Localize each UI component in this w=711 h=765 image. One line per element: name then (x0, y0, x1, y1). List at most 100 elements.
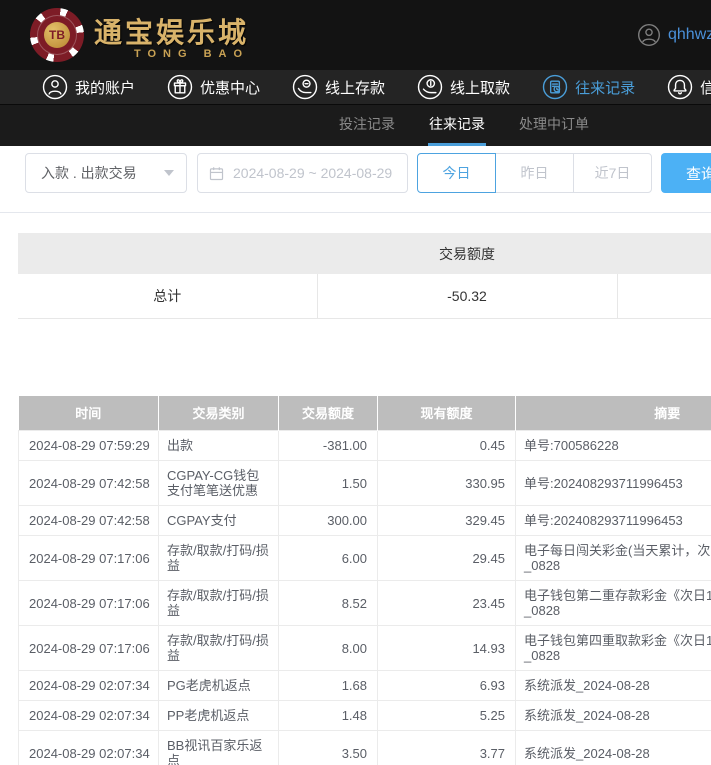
date-range-input[interactable]: 2024-08-29 ~ 2024-08-29 (197, 153, 408, 193)
table-row: 2024-08-29 07:42:58CGPAY-CG钱包支付笔笔送优惠1.50… (19, 461, 711, 506)
cell-summary: 单号:202408293711996453 (516, 461, 711, 506)
cell-amount: 1.68 (279, 671, 378, 701)
quick-filter-last7days[interactable]: 近7日 (573, 153, 652, 193)
cell-type: PP老虎机返点 (159, 701, 279, 731)
cell-time: 2024-08-29 02:07:34 (19, 671, 159, 701)
calendar-icon (208, 165, 225, 182)
nav-item-messages[interactable]: 信息 (667, 74, 711, 100)
column-header-2: 交易额度 (279, 396, 378, 431)
cell-amount: 8.00 (279, 626, 378, 671)
chevron-down-icon (164, 170, 174, 176)
cell-amount: 8.52 (279, 581, 378, 626)
column-header-3: 现有额度 (378, 396, 516, 431)
nav-item-label: 线上取款 (450, 77, 510, 98)
summary-header-blank (18, 233, 317, 274)
search-button[interactable]: 查询 (661, 153, 711, 193)
cell-type: CGPAY支付 (159, 506, 279, 536)
brand-name-cn: 通宝娱乐城 (94, 11, 249, 51)
transaction-type-select[interactable]: 入款 . 出款交易 (25, 153, 187, 193)
tab-betting-records[interactable]: 投注记录 (338, 105, 396, 146)
cell-type: 存款/取款/打码/损益 (159, 536, 279, 581)
cell-balance: 3.77 (378, 731, 516, 765)
cell-time: 2024-08-29 07:17:06 (19, 536, 159, 581)
nav-item-deposit[interactable]: 线上存款 (292, 74, 385, 100)
table-row: 2024-08-29 07:59:29出款-381.000.45单号:70058… (19, 431, 711, 461)
cell-time: 2024-08-29 02:07:34 (19, 731, 159, 765)
cell-time: 2024-08-29 07:17:06 (19, 581, 159, 626)
table-row: 2024-08-29 07:17:06存款/取款/打码/损益8.0014.93电… (19, 626, 711, 671)
cell-amount: 300.00 (279, 506, 378, 536)
avatar-icon (637, 23, 661, 47)
tab-transaction-records[interactable]: 往来记录 (428, 105, 486, 146)
cell-time: 2024-08-29 02:07:34 (19, 701, 159, 731)
deposit-icon (292, 74, 318, 100)
summary-total-value: -50.32 (317, 274, 617, 318)
user-account-area[interactable]: qhhwz (637, 0, 711, 70)
cell-type: 存款/取款/打码/损益 (159, 581, 279, 626)
table-row: 2024-08-29 02:07:34BB视讯百家乐返点3.503.77系统派发… (19, 731, 711, 765)
cell-type: 出款 (159, 431, 279, 461)
cell-amount: 1.48 (279, 701, 378, 731)
nav-item-withdraw[interactable]: 线上取款 (417, 74, 510, 100)
quick-date-button-group: 今日昨日近7日 (417, 153, 652, 193)
cell-summary: 单号:700586228 (516, 431, 711, 461)
tab-pending-orders[interactable]: 处理中订单 (518, 105, 590, 146)
cell-balance: 29.45 (378, 536, 516, 581)
cell-balance: 6.93 (378, 671, 516, 701)
cell-balance: 0.45 (378, 431, 516, 461)
nav-item-records[interactable]: 往来记录 (542, 74, 635, 100)
nav-item-promotions[interactable]: 优惠中心 (167, 74, 260, 100)
cell-time: 2024-08-29 07:59:29 (19, 431, 159, 461)
site-logo[interactable]: TB 通宝娱乐城 TONG BAO (30, 8, 249, 62)
withdraw-icon (417, 74, 443, 100)
cell-summary: 单号:202408293711996453 (516, 506, 711, 536)
transactions-header-row: 时间交易类别交易额度现有额度摘要 (19, 396, 711, 431)
records-icon (542, 74, 568, 100)
cell-balance: 329.45 (378, 506, 516, 536)
cell-time: 2024-08-29 07:42:58 (19, 461, 159, 506)
cell-time: 2024-08-29 07:17:06 (19, 626, 159, 671)
main-nav: 我的账户 优惠中心 线上存款 线上取款 往来记录 信息 (0, 70, 711, 104)
transactions-table: 时间交易类别交易额度现有额度摘要 2024-08-29 07:59:29出款-3… (18, 396, 711, 765)
cell-summary: 电子钱包第四重取款彩金《次日1 _0828 (516, 626, 711, 671)
table-row: 2024-08-29 02:07:34PG老虎机返点1.686.93系统派发_2… (19, 671, 711, 701)
cell-summary: 系统派发_2024-08-28 (516, 701, 711, 731)
summary-header-blank-2 (617, 233, 711, 274)
summary-table: 交易额度 总计 -50.32 (18, 233, 711, 319)
brand-text: 通宝娱乐城 TONG BAO (94, 11, 249, 60)
cell-amount: 6.00 (279, 536, 378, 581)
sub-nav: 投注记录往来记录处理中订单 (0, 104, 711, 146)
cell-summary: 系统派发_2024-08-28 (516, 731, 711, 765)
cell-amount: 1.50 (279, 461, 378, 506)
cell-balance: 330.95 (378, 461, 516, 506)
summary-total-row: 总计 -50.32 (18, 274, 711, 318)
date-range-value: 2024-08-29 ~ 2024-08-29 (233, 165, 392, 181)
summary-header-amount: 交易额度 (317, 233, 617, 274)
username[interactable]: qhhwz (668, 26, 711, 44)
summary-total-label: 总计 (18, 274, 317, 318)
cell-summary: 系统派发_2024-08-28 (516, 671, 711, 701)
cell-balance: 23.45 (378, 581, 516, 626)
nav-item-my-account[interactable]: 我的账户 (42, 74, 135, 100)
user-icon (42, 74, 68, 100)
column-header-0: 时间 (19, 396, 159, 431)
section-divider (0, 212, 711, 213)
cell-amount: -381.00 (279, 431, 378, 461)
top-bar: TB 通宝娱乐城 TONG BAO qhhwz (0, 0, 711, 70)
cell-time: 2024-08-29 07:42:58 (19, 506, 159, 536)
logo-chip-icon: TB (30, 8, 84, 62)
nav-item-label: 我的账户 (75, 77, 135, 98)
cell-type: 存款/取款/打码/损益 (159, 626, 279, 671)
cell-summary: 电子每日闯关彩金(当天累计，次 _0828 (516, 536, 711, 581)
cell-type: BB视讯百家乐返点 (159, 731, 279, 765)
cell-balance: 5.25 (378, 701, 516, 731)
cell-balance: 14.93 (378, 626, 516, 671)
quick-filter-yesterday[interactable]: 昨日 (495, 153, 574, 193)
quick-filter-today[interactable]: 今日 (417, 153, 496, 193)
transaction-type-value: 入款 . 出款交易 (41, 163, 137, 183)
table-row: 2024-08-29 02:07:34PP老虎机返点1.485.25系统派发_2… (19, 701, 711, 731)
cell-type: CGPAY-CG钱包支付笔笔送优惠 (159, 461, 279, 506)
column-header-1: 交易类别 (159, 396, 279, 431)
gift-icon (167, 74, 193, 100)
table-row: 2024-08-29 07:17:06存款/取款/打码/损益6.0029.45电… (19, 536, 711, 581)
